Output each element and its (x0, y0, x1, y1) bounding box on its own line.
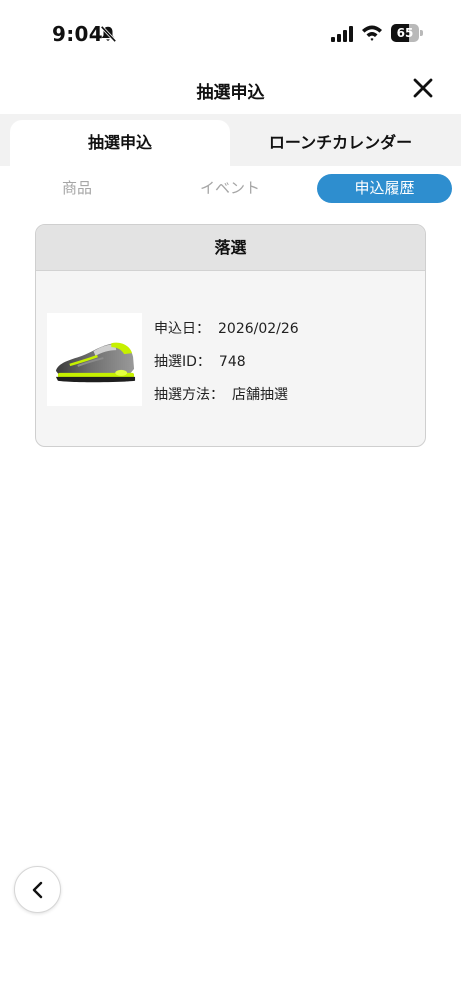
product-image (47, 313, 142, 406)
history-card[interactable]: 落選 申込日： 2026/02/26 抽選ID： 748 抽選方法： 店舗抽選 (35, 224, 426, 447)
tab-launch-calendar[interactable]: ローンチカレンダー (230, 120, 451, 166)
sneaker-image (55, 342, 136, 383)
status-time: 9:04 (52, 22, 103, 46)
entry-date-value: 2026/02/26 (218, 321, 299, 337)
entry-date-row: 申込日： 2026/02/26 (154, 318, 299, 338)
result-status: 落選 (36, 225, 425, 271)
subtab-events[interactable]: イベント (170, 174, 290, 203)
lottery-method-label: 抽選方法： (154, 387, 224, 403)
subtab-history[interactable]: 申込履歴 (317, 174, 452, 203)
lottery-id-row: 抽選ID： 748 (154, 351, 246, 371)
status-bar: 9:04 65 (0, 0, 461, 64)
sub-tab-bar: 商品 イベント 申込履歴 (0, 174, 461, 204)
wifi-icon (362, 25, 382, 41)
chevron-left-icon (32, 881, 43, 899)
page-title: 抽選申込 (196, 83, 265, 103)
lottery-method-value: 店舗抽選 (232, 387, 288, 403)
main-tab-bar: 抽選申込 ローンチカレンダー (0, 114, 461, 166)
lottery-method-row: 抽選方法： 店舗抽選 (154, 384, 288, 404)
tab-lottery-entry[interactable]: 抽選申込 (10, 120, 230, 166)
signal-icon (331, 26, 353, 42)
lottery-id-label: 抽選ID： (154, 354, 211, 370)
battery-level: 65 (396, 26, 414, 40)
close-icon[interactable] (411, 76, 435, 100)
back-button[interactable] (14, 866, 61, 913)
subtab-products[interactable]: 商品 (17, 174, 137, 203)
bell-slash-icon (100, 25, 117, 43)
page-header: 抽選申込 (0, 64, 461, 114)
entry-date-label: 申込日： (154, 321, 210, 337)
battery-icon: 65 (391, 24, 423, 42)
lottery-id-value: 748 (218, 354, 246, 370)
